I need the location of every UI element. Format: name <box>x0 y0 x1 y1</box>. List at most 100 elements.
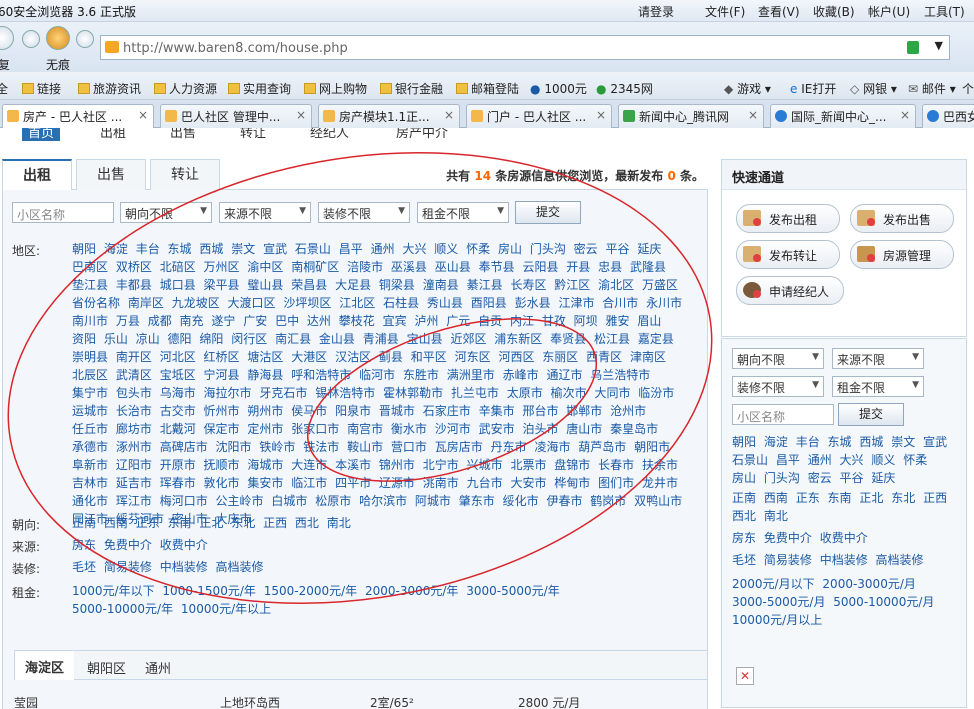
area-link[interactable]: 肇东市 <box>459 494 495 508</box>
sidebar-source-link[interactable]: 收费中介 <box>820 531 868 545</box>
bookmark-item[interactable]: ◆ 游戏 ▾ <box>724 80 771 97</box>
area-link[interactable]: 西城 <box>199 242 223 256</box>
bookmark-item[interactable]: 旅游资讯 <box>78 80 141 97</box>
sidebar-area-link[interactable]: 宣武 <box>923 435 947 449</box>
area-link[interactable]: 攀枝花 <box>339 314 375 328</box>
sidebar-decor-select[interactable]: 装修不限 <box>732 376 824 397</box>
area-link[interactable]: 巴南区 <box>72 260 108 274</box>
tab-tongzhou[interactable]: 通州 <box>145 658 171 677</box>
area-link[interactable]: 绵阳 <box>199 332 223 346</box>
sidebar-decor-link[interactable]: 高档装修 <box>876 553 924 567</box>
area-link[interactable]: 延庆 <box>637 242 661 256</box>
area-link[interactable]: 乌兰浩特市 <box>590 368 650 382</box>
sidebar-direction-link[interactable]: 西南 <box>764 491 788 505</box>
sidebar-area-link[interactable]: 密云 <box>808 471 832 485</box>
community-search-input[interactable]: 小区名称 <box>12 202 114 223</box>
sidebar-submit-button[interactable]: 提交 <box>838 403 904 426</box>
area-link[interactable]: 晋城市 <box>379 404 415 418</box>
decor-link[interactable]: 简易装修 <box>104 560 152 574</box>
area-link[interactable]: 通州 <box>371 242 395 256</box>
tab-transfer[interactable]: 转让 <box>150 159 220 190</box>
area-link[interactable]: 沧州市 <box>610 404 646 418</box>
area-link[interactable]: 崇文 <box>231 242 255 256</box>
area-link[interactable]: 万州区 <box>204 260 240 274</box>
area-link[interactable]: 铁岭市 <box>259 440 295 454</box>
sidebar-direction-link[interactable]: 东南 <box>828 491 852 505</box>
area-link[interactable]: 渝北区 <box>598 278 634 292</box>
sidebar-direction-link[interactable]: 东北 <box>891 491 915 505</box>
area-link[interactable]: 蓟县 <box>379 350 403 364</box>
login-link[interactable]: 请登录 <box>638 3 674 20</box>
menu-tools[interactable]: 工具(T) <box>924 3 965 20</box>
decor-link[interactable]: 毛坯 <box>72 560 96 574</box>
sidebar-rent-select[interactable]: 租金不限 <box>832 376 924 397</box>
area-link[interactable]: 临江市 <box>291 476 327 490</box>
area-link[interactable]: 双桥区 <box>116 260 152 274</box>
manage-listings-button[interactable]: 房源管理 <box>850 240 954 269</box>
sidebar-rent-link[interactable]: 2000-3000元/月 <box>822 577 915 591</box>
area-link[interactable]: 沙河市 <box>435 422 471 436</box>
listing-row[interactable]: 莹园 上地环岛西 2室/65² 2800 元/月 <box>14 694 708 709</box>
area-link[interactable]: 巫溪县 <box>391 260 427 274</box>
area-link[interactable]: 高碑店市 <box>160 440 208 454</box>
direction-link[interactable]: 南北 <box>327 516 351 530</box>
decor-link[interactable]: 高档装修 <box>216 560 264 574</box>
area-link[interactable]: 秀山县 <box>427 296 463 310</box>
area-link[interactable]: 阿坝 <box>574 314 598 328</box>
direction-link[interactable]: 西南 <box>104 516 128 530</box>
sidebar-direction-link[interactable]: 正南 <box>732 491 756 505</box>
area-link[interactable]: 辽源市 <box>379 476 415 490</box>
area-link[interactable]: 资阳 <box>72 332 96 346</box>
menu-view[interactable]: 查看(V) <box>758 3 800 20</box>
bookmark-item[interactable]: 个 <box>962 80 974 97</box>
sidebar-area-link[interactable]: 通州 <box>808 453 832 467</box>
area-link[interactable]: 开县 <box>566 260 590 274</box>
area-link[interactable]: 凉山 <box>136 332 160 346</box>
area-link[interactable]: 闵行区 <box>231 332 267 346</box>
dropdown-icon[interactable] <box>76 30 94 48</box>
area-link[interactable]: 营口市 <box>391 440 427 454</box>
area-link[interactable]: 开原市 <box>160 458 196 472</box>
area-link[interactable]: 万盛区 <box>642 278 678 292</box>
area-link[interactable]: 万县 <box>116 314 140 328</box>
area-link[interactable]: 扎兰屯市 <box>451 386 499 400</box>
sidebar-direction-link[interactable]: 西北 <box>732 509 756 523</box>
bookmark-item[interactable]: e IE打开 <box>790 80 836 97</box>
area-link[interactable]: 通化市 <box>72 494 108 508</box>
area-link[interactable]: 江津市 <box>558 296 594 310</box>
sidebar-source-select[interactable]: 来源不限 <box>832 348 924 369</box>
area-link[interactable]: 城口县 <box>160 278 196 292</box>
area-link[interactable]: 广安 <box>243 314 267 328</box>
area-link[interactable]: 云阳县 <box>522 260 558 274</box>
area-link[interactable]: 河西区 <box>498 350 534 364</box>
area-link[interactable]: 乐山 <box>104 332 128 346</box>
area-link[interactable]: 宁河县 <box>204 368 240 382</box>
rent-link[interactable]: 10000元/年以上 <box>181 602 271 616</box>
area-link[interactable]: 德阳 <box>168 332 192 346</box>
area-link[interactable]: 彭水县 <box>515 296 551 310</box>
security-shield-icon[interactable] <box>907 41 919 54</box>
sidebar-direction-link[interactable]: 南北 <box>764 509 788 523</box>
area-link[interactable]: 眉山 <box>637 314 661 328</box>
area-link[interactable]: 宣武 <box>263 242 287 256</box>
source-select[interactable]: 来源不限 <box>219 202 311 223</box>
area-link[interactable]: 锦州市 <box>379 458 415 472</box>
area-link[interactable]: 泊头市 <box>522 422 558 436</box>
decor-link[interactable]: 中档装修 <box>160 560 208 574</box>
sidebar-source-link[interactable]: 免费中介 <box>764 531 812 545</box>
bookmark-item[interactable]: 链接 <box>22 80 61 97</box>
chevron-down-icon[interactable]: ▼ <box>935 39 943 52</box>
bookmark-item[interactable]: 邮箱登陆 <box>456 80 519 97</box>
area-link[interactable]: 青浦县 <box>363 332 399 346</box>
sidebar-area-link[interactable]: 西城 <box>859 435 883 449</box>
area-link[interactable]: 临河市 <box>359 368 395 382</box>
area-link[interactable]: 大港区 <box>291 350 327 364</box>
bookmark-item[interactable]: 网上购物 <box>304 80 367 97</box>
area-link[interactable]: 红桥区 <box>204 350 240 364</box>
area-link[interactable]: 扶余市 <box>642 458 678 472</box>
sidebar-area-link[interactable]: 海淀 <box>764 435 788 449</box>
bookmark-item[interactable]: ◇ 网银 ▾ <box>850 80 897 97</box>
area-link[interactable]: 珲春市 <box>160 476 196 490</box>
area-link[interactable]: 成都 <box>148 314 172 328</box>
area-link[interactable]: 甘孜 <box>542 314 566 328</box>
